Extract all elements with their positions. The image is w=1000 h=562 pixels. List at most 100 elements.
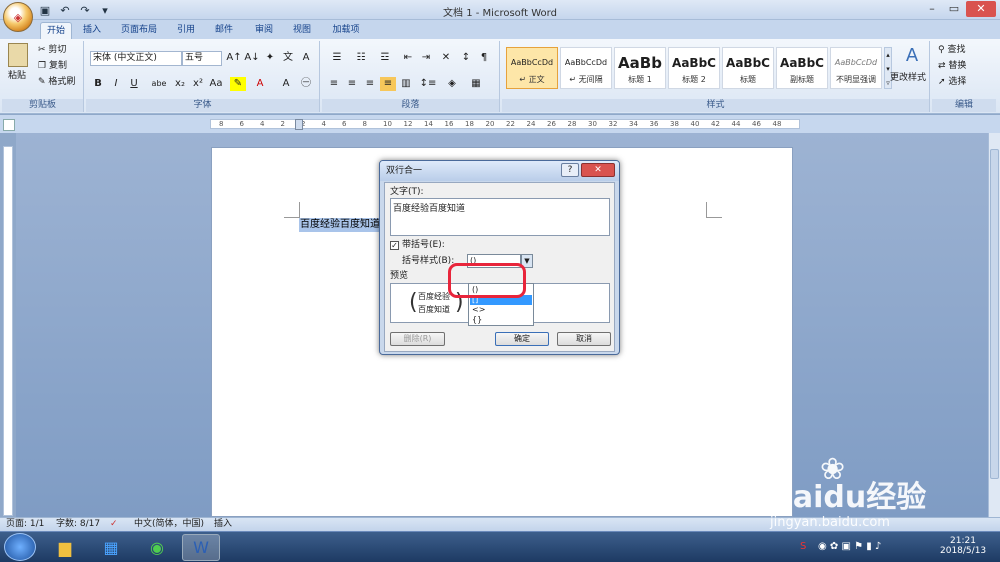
save-icon[interactable]: ▣ <box>38 4 52 17</box>
font-color-icon[interactable]: A <box>252 77 268 91</box>
dialog-close-icon[interactable]: ✕ <box>581 163 615 177</box>
paste-icon[interactable] <box>8 43 28 67</box>
char-border-icon[interactable]: A <box>298 51 314 65</box>
highlight-icon[interactable]: ✎ <box>230 77 246 91</box>
underline-button[interactable]: U <box>126 77 142 91</box>
tab-references[interactable]: 引用 <box>170 22 202 39</box>
style-heading-1[interactable]: AaBb 标题 1 <box>614 47 666 89</box>
help-icon[interactable]: ? <box>561 163 579 177</box>
language[interactable]: 中文(简体，中国) <box>134 518 204 531</box>
align-left-icon[interactable]: ≡ <box>326 77 342 91</box>
text-input[interactable]: 百度经验百度知道 <box>390 198 610 236</box>
show-marks-icon[interactable]: ¶ <box>476 51 492 65</box>
tab-view[interactable]: 视图 <box>286 22 318 39</box>
tab-home[interactable]: 开始 <box>40 22 72 39</box>
phonetic-icon[interactable]: 文 <box>280 51 296 65</box>
enclose-char-icon[interactable]: ㊀ <box>298 77 314 91</box>
bold-button[interactable]: B <box>90 77 106 91</box>
distribute-icon[interactable]: ▥ <box>398 77 414 91</box>
ruler-tick-label: 16 <box>444 120 454 128</box>
numbering-icon[interactable]: ☷ <box>350 51 372 65</box>
style-normal[interactable]: AaBbCcDd ↵ 正文 <box>506 47 558 89</box>
dialog-title: 双行合一 <box>386 166 423 176</box>
clear-format-icon[interactable]: ✦ <box>262 51 278 65</box>
tab-review[interactable]: 审阅 <box>248 22 280 39</box>
indent-marker[interactable] <box>295 119 303 130</box>
page-count[interactable]: 页面: 1/1 <box>6 518 44 531</box>
superscript-button[interactable]: x² <box>190 77 206 91</box>
tray-icons[interactable]: ◉ ✿ ▣ ⚑ ▮ ♪ <box>818 541 881 552</box>
horizontal-ruler[interactable]: 8 6 4 2 2 4 6 8 10 12 14 16 18 20 22 24 26 28 30 32 34 36 38 40… <box>210 119 800 130</box>
find-button[interactable]: ⚲ 查找 <box>938 43 965 57</box>
proofing-icon[interactable]: ✓ <box>110 518 118 531</box>
close-button[interactable]: ✕ <box>966 1 996 17</box>
align-center-icon[interactable]: ≡ <box>344 77 360 91</box>
bracket-checkbox[interactable]: ✓ <box>390 241 399 250</box>
grow-font-icon[interactable]: A↑ <box>226 51 242 65</box>
delete-button[interactable]: 删除(R) <box>390 332 445 346</box>
paste-button[interactable]: 粘贴 <box>8 69 26 83</box>
style-heading-2[interactable]: AaBbC 标题 2 <box>668 47 720 89</box>
borders-icon[interactable]: ▦ <box>466 77 486 91</box>
asian-layout-icon[interactable]: ✕ <box>436 51 456 65</box>
bracket-option[interactable]: {} <box>470 315 532 325</box>
tab-insert[interactable]: 插入 <box>76 22 108 39</box>
change-case-button[interactable]: Aa <box>208 77 224 91</box>
app-grid-icon[interactable]: ▦ <box>92 534 130 561</box>
copy-button[interactable]: ❐ 复制 <box>38 59 67 73</box>
insert-mode[interactable]: 插入 <box>214 518 232 531</box>
undo-icon[interactable]: ↶ <box>58 4 72 17</box>
vertical-ruler[interactable] <box>3 146 13 516</box>
tray-ime-icon[interactable]: S <box>800 541 806 552</box>
word-taskbar-icon[interactable]: W <box>182 534 220 561</box>
selected-text[interactable]: 百度经验百度知道 <box>299 218 381 232</box>
cancel-button[interactable]: 取消 <box>557 332 611 346</box>
shrink-font-icon[interactable]: A↓ <box>244 51 260 65</box>
align-right-icon[interactable]: ≡ <box>362 77 378 91</box>
line-spacing-icon[interactable]: ↕≡ <box>418 77 438 91</box>
ruler-tick-label: 14 <box>424 120 433 128</box>
minimize-button[interactable]: – <box>922 1 942 17</box>
office-button[interactable]: ◈ <box>3 2 33 32</box>
subscript-button[interactable]: x₂ <box>172 77 188 91</box>
style-subtle-emphasis[interactable]: AaBbCcDd 不明显强调 <box>830 47 882 89</box>
clock[interactable]: 21:21 2018/5/13 <box>940 536 986 556</box>
explorer-icon[interactable]: ▆ <box>46 534 84 561</box>
start-button[interactable] <box>4 533 36 561</box>
format-painter-button[interactable]: ✎ 格式刷 <box>38 75 75 89</box>
shading-icon[interactable]: ◈ <box>442 77 462 91</box>
char-shading-icon[interactable]: A <box>278 77 294 91</box>
justify-icon[interactable]: ≡ <box>380 77 396 91</box>
multilevel-icon[interactable]: ☲ <box>374 51 396 65</box>
style-title[interactable]: AaBbC 标题 <box>722 47 774 89</box>
tab-selector[interactable] <box>3 119 15 131</box>
ribbon-tabs: 开始 插入 页面布局 引用 邮件 审阅 视图 加载项 <box>0 20 1000 39</box>
word-count[interactable]: 字数: 8/17 <box>56 518 100 531</box>
tab-mailings[interactable]: 邮件 <box>208 22 240 39</box>
decrease-indent-icon[interactable]: ⇤ <box>400 51 416 65</box>
style-subtitle[interactable]: AaBbC 副标题 <box>776 47 828 89</box>
bracket-option[interactable]: <> <box>470 305 532 315</box>
cut-button[interactable]: ✂ 剪切 <box>38 43 66 57</box>
sort-icon[interactable]: ↕ <box>458 51 474 65</box>
copy-icon: ❐ <box>38 61 47 71</box>
replace-button[interactable]: ⇄ 替换 <box>938 59 966 73</box>
select-button[interactable]: ➚ 选择 <box>938 75 966 89</box>
browser-icon[interactable]: ◉ <box>138 534 176 561</box>
maximize-button[interactable]: ▭ <box>944 1 964 17</box>
scroll-thumb[interactable] <box>990 149 999 479</box>
ok-button[interactable]: 确定 <box>495 332 549 346</box>
strikethrough-button[interactable]: abe <box>148 77 170 91</box>
customize-icon[interactable]: ▾ <box>98 4 112 17</box>
bullets-icon[interactable]: ☰ <box>326 51 348 65</box>
tab-addins[interactable]: 加载项 <box>324 22 368 39</box>
style-no-spacing[interactable]: AaBbCcDd ↵ 无间隔 <box>560 47 612 89</box>
italic-button[interactable]: I <box>108 77 124 91</box>
font-name-combo[interactable]: 宋体 (中文正文) <box>90 51 182 66</box>
increase-indent-icon[interactable]: ⇥ <box>418 51 434 65</box>
tab-page-layout[interactable]: 页面布局 <box>114 22 164 39</box>
change-styles-button[interactable]: 更改样式 <box>890 71 926 85</box>
font-size-combo[interactable]: 五号 <box>182 51 222 66</box>
change-styles-icon: A <box>905 45 919 66</box>
redo-icon[interactable]: ↷ <box>78 4 92 17</box>
